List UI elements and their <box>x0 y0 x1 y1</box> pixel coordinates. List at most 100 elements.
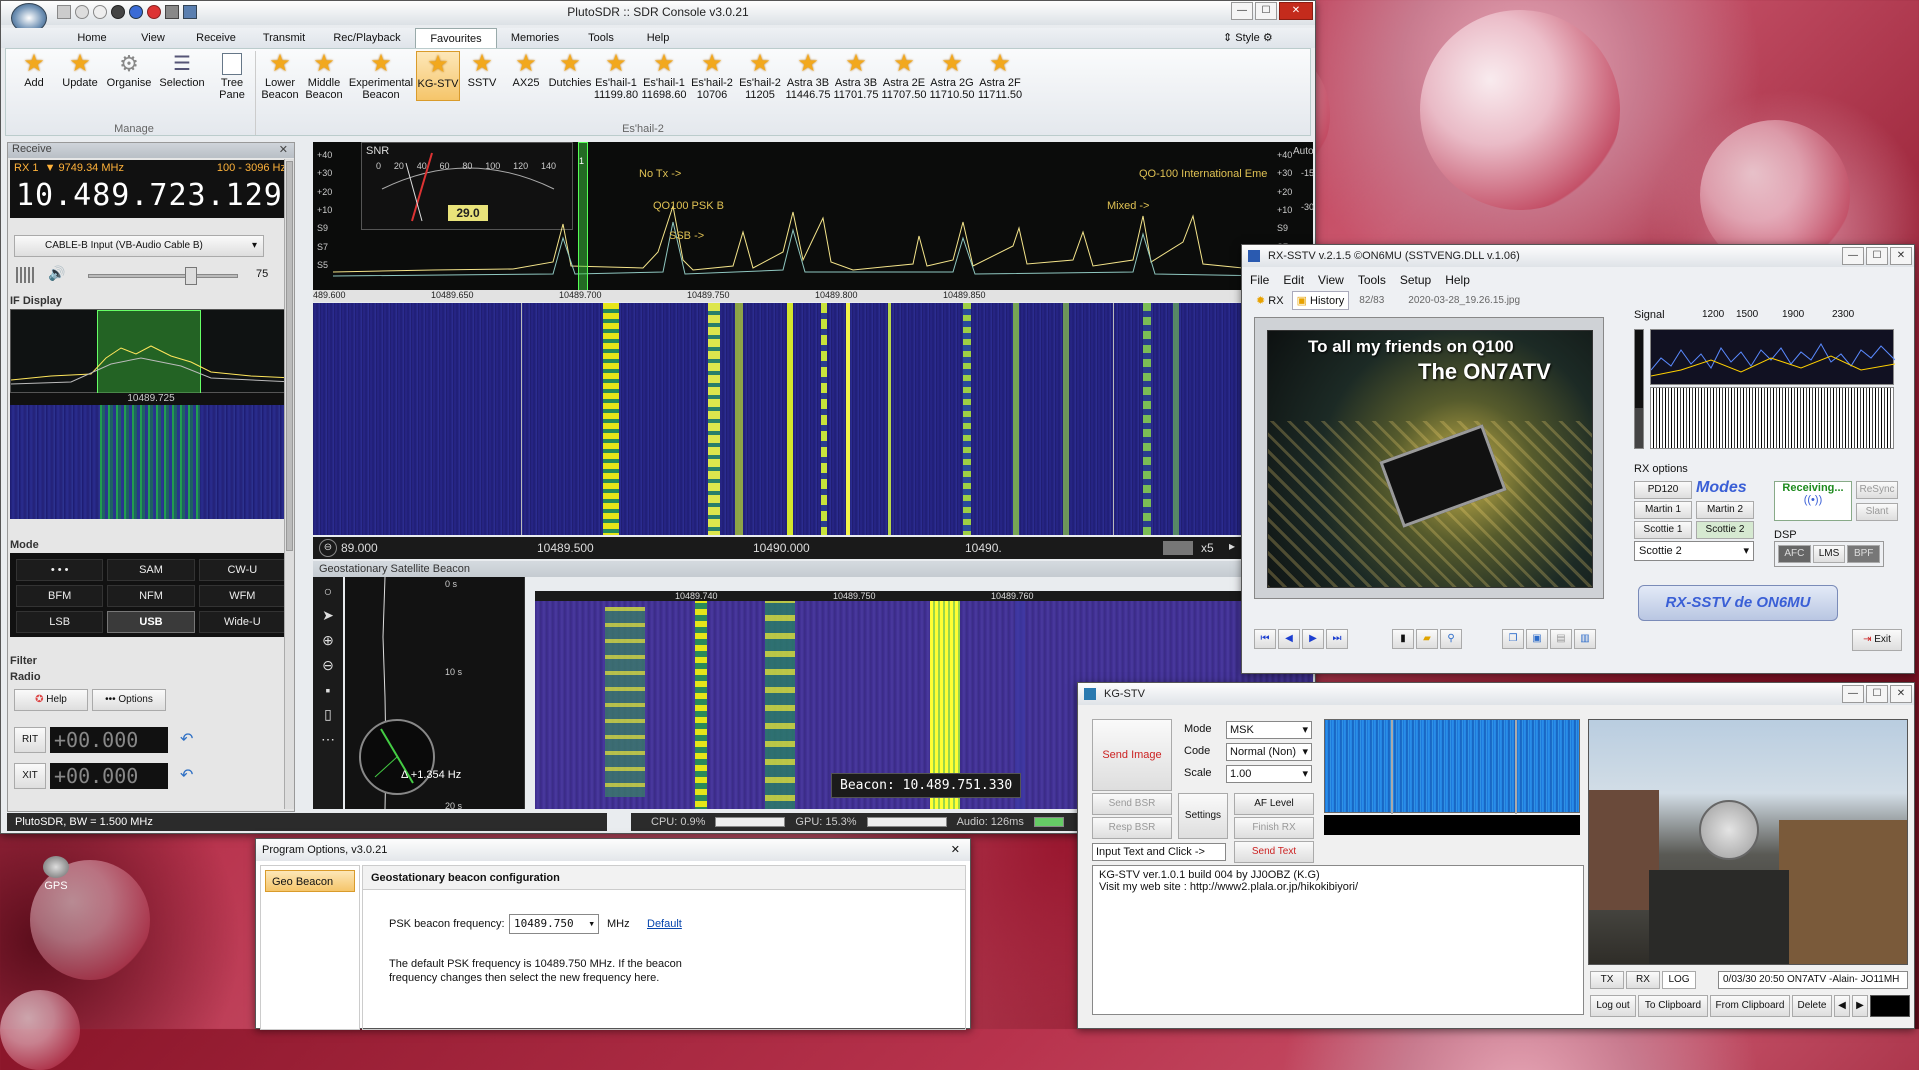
menu-item[interactable]: Setup <box>1400 273 1431 287</box>
favourite-button[interactable]: ★ Es'hail-1 11199.80 <box>592 51 640 102</box>
help-button[interactable]: ✪ Help <box>14 689 88 711</box>
stop-icon[interactable] <box>111 5 125 19</box>
favourite-button[interactable]: ★ Es'hail-2 11205 <box>736 51 784 102</box>
next-icon[interactable]: ▶ <box>1852 995 1868 1017</box>
favourite-button[interactable]: ★ SSTV <box>460 51 504 101</box>
kgstv-received-image[interactable] <box>1588 719 1908 965</box>
lms-button[interactable]: LMS <box>1812 545 1846 563</box>
mode-sam-button[interactable]: SAM <box>107 559 195 581</box>
prev-icon[interactable]: ◀ <box>1834 995 1850 1017</box>
frequency-value[interactable]: 10.489.723.129 <box>16 178 283 213</box>
to-clipboard-button[interactable]: To Clipboard <box>1638 995 1708 1017</box>
gps-desktop-icon[interactable]: GPS <box>36 856 76 892</box>
gear-icon[interactable]: ⚙ <box>1263 32 1273 44</box>
mode-lsb-button[interactable]: LSB <box>16 611 104 633</box>
next-icon[interactable]: ▶ <box>1302 629 1324 649</box>
mode-martin1[interactable]: Martin 1 <box>1634 501 1692 519</box>
favourite-button[interactable]: ★ Astra 2E 11707.50 <box>880 51 928 102</box>
organise-button[interactable]: ⚙ Organise <box>104 51 154 101</box>
mode-scottie1[interactable]: Scottie 1 <box>1634 521 1692 539</box>
tab-receive[interactable]: Receive <box>183 28 249 48</box>
delete-button[interactable]: Delete <box>1792 995 1832 1017</box>
favourite-button[interactable]: ★ Astra 3B 11701.75 <box>832 51 880 102</box>
menu-item[interactable]: View <box>1318 273 1344 287</box>
tree-pane-button[interactable]: Tree Pane <box>210 51 254 101</box>
rit-button[interactable]: RIT <box>14 727 46 753</box>
volume-thumb[interactable] <box>185 267 197 285</box>
psk-frequency-select[interactable]: 10489.750 ▾ <box>509 914 599 934</box>
save-icon[interactable]: ▪ <box>326 682 331 698</box>
bpf-button[interactable]: BPF <box>1847 545 1881 563</box>
send-bsr-button[interactable]: Send BSR <box>1092 793 1172 815</box>
style-menu[interactable]: ⇕ Style ⚙ <box>1223 28 1273 48</box>
mode-select[interactable]: Scottie 2 ▾ <box>1634 541 1754 561</box>
close-button[interactable]: ✕ <box>1890 685 1912 703</box>
back-icon[interactable] <box>75 5 89 19</box>
rx-tab[interactable]: ✹ RX <box>1252 292 1288 309</box>
zoom-out-icon[interactable]: ⊖ <box>319 539 337 557</box>
mode-nfm-button[interactable]: NFM <box>107 585 195 607</box>
mode-wideu-button[interactable]: Wide-U <box>198 611 286 633</box>
trash-icon[interactable]: ▮ <box>1392 629 1414 649</box>
favourite-button[interactable]: ★ Lower Beacon <box>258 51 302 102</box>
settings-button[interactable]: Settings <box>1178 793 1228 839</box>
rx-tab[interactable]: RX <box>1626 971 1660 989</box>
nav-geo-beacon[interactable]: Geo Beacon <box>265 870 355 892</box>
close-icon[interactable]: ✕ <box>951 839 960 861</box>
quick-access-toolbar[interactable] <box>57 5 197 19</box>
log-tab[interactable]: LOG <box>1662 971 1696 989</box>
options-button[interactable]: ••• Options <box>92 689 166 711</box>
mode-bfm-button[interactable]: BFM <box>16 585 104 607</box>
copy-icon[interactable]: ❐ <box>1502 629 1524 649</box>
rit-reset-icon[interactable]: ↶ <box>180 729 193 749</box>
zoom-out-icon[interactable]: ⊖ <box>322 657 334 674</box>
finish-rx-button[interactable]: Finish RX <box>1234 817 1314 839</box>
first-icon[interactable]: ⏮ <box>1254 629 1276 649</box>
add-favourite-button[interactable]: ★ Add <box>12 51 56 101</box>
folder-icon[interactable]: ▰ <box>1416 629 1438 649</box>
settings-icon[interactable]: ▥ <box>1574 629 1596 649</box>
slant-button[interactable]: Slant <box>1856 503 1898 521</box>
from-clipboard-button[interactable]: From Clipboard <box>1710 995 1790 1017</box>
code-select[interactable]: Normal (Non) ▾ <box>1226 743 1312 761</box>
phone-icon[interactable]: ▯ <box>324 706 332 723</box>
favourite-button[interactable]: ★ Astra 2F 11711.50 <box>976 51 1024 102</box>
tab-rec-playback[interactable]: Rec/Playback <box>319 28 415 48</box>
history-tab[interactable]: ▣ History <box>1291 291 1350 310</box>
mode-scottie2[interactable]: Scottie 2 <box>1696 521 1754 539</box>
favourite-button[interactable]: ★ Astra 3B 11446.75 <box>784 51 832 102</box>
pointer-icon[interactable]: ➤ <box>322 607 334 624</box>
menu-item[interactable]: Tools <box>1358 273 1386 287</box>
xit-reset-icon[interactable]: ↶ <box>180 765 193 785</box>
screen-icon[interactable] <box>183 5 197 19</box>
selection-button[interactable]: ☰ Selection <box>156 51 208 101</box>
more-icon[interactable]: ⋯ <box>321 731 335 748</box>
favourite-button[interactable]: ★ Experimental Beacon <box>346 51 416 102</box>
exit-button[interactable]: ⇥ Exit <box>1852 629 1902 651</box>
tab-favourites[interactable]: Favourites <box>415 28 497 48</box>
tab-tools[interactable]: Tools <box>573 28 629 48</box>
scale-select[interactable]: 1.00 ▾ <box>1226 765 1312 783</box>
maximize-button[interactable]: ☐ <box>1255 2 1277 20</box>
mode-cwu-button[interactable]: CW-U <box>198 559 286 581</box>
panel-scrollbar[interactable] <box>284 159 294 809</box>
last-icon[interactable]: ⏭ <box>1326 629 1348 649</box>
speaker-icon[interactable]: 🔊 <box>48 265 65 282</box>
prev-icon[interactable]: ◀ <box>1278 629 1300 649</box>
close-icon[interactable]: ✕ <box>279 143 288 156</box>
minimize-button[interactable]: — <box>1231 2 1253 20</box>
mode-martin2[interactable]: Martin 2 <box>1696 501 1754 519</box>
camera-icon[interactable] <box>165 5 179 19</box>
favourite-button[interactable]: ★ Es'hail-2 10706 <box>688 51 736 102</box>
xit-button[interactable]: XIT <box>14 763 46 789</box>
upload-icon[interactable]: ▤ <box>1550 629 1572 649</box>
tab-view[interactable]: View <box>123 28 183 48</box>
record-icon[interactable] <box>147 5 161 19</box>
close-button[interactable]: ✕ <box>1890 247 1912 265</box>
send-image-button[interactable]: Send Image <box>1092 719 1172 791</box>
frequency-display[interactable]: RX 1 ▼ 9749.34 MHz 100 - 3096 Hz 10.489.… <box>10 160 292 218</box>
menu-item[interactable]: File <box>1250 273 1269 287</box>
maximize-button[interactable]: ☐ <box>1866 247 1888 265</box>
default-link[interactable]: Default <box>647 918 682 930</box>
favourite-button[interactable]: ★ Middle Beacon <box>302 51 346 102</box>
